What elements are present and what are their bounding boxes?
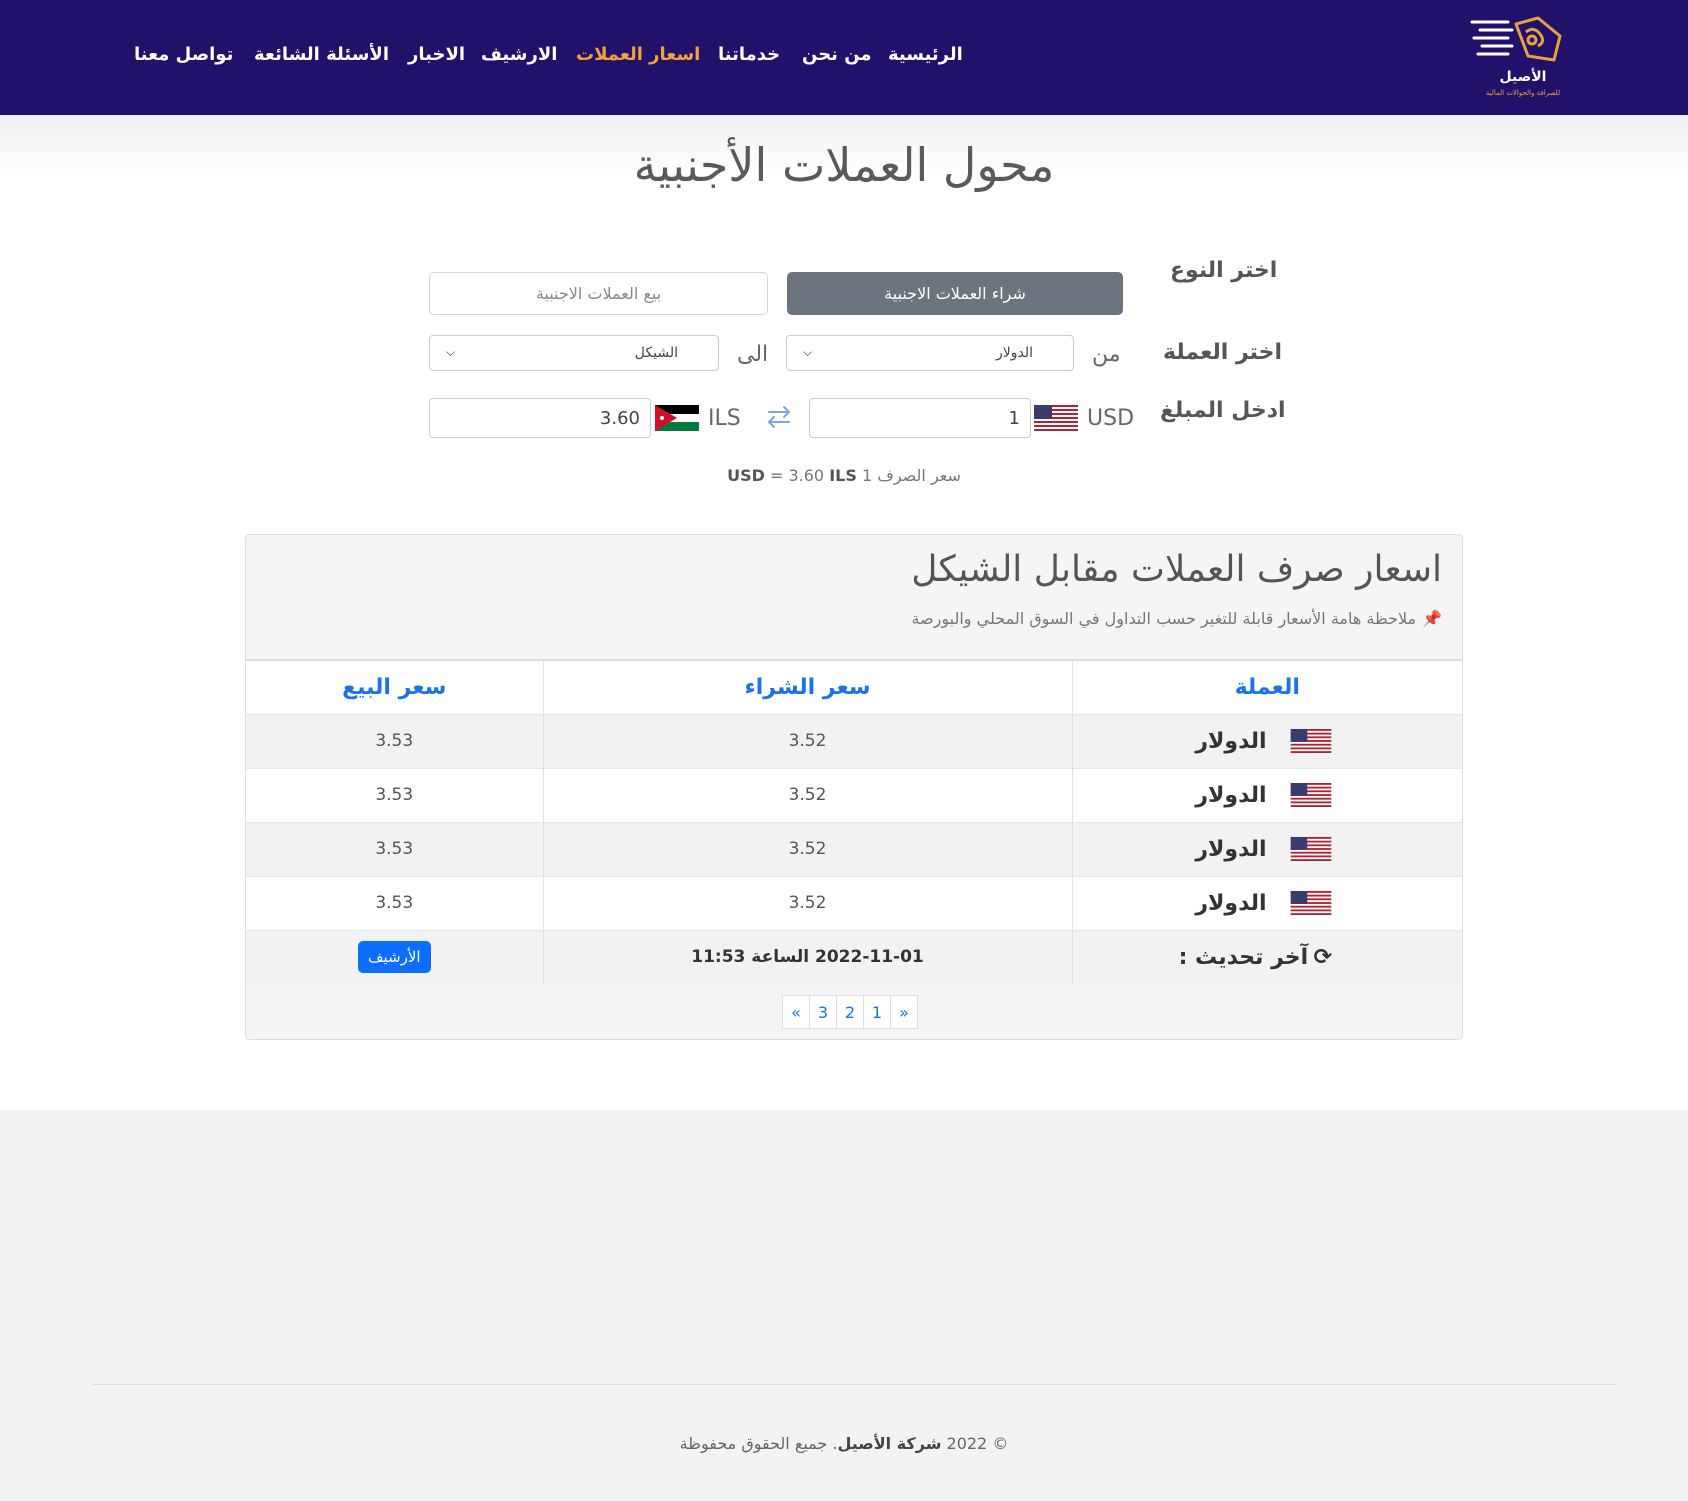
column-header-buy: سعر الشراء (542, 659, 1072, 715)
exchange-rate-summary: سعر الصرف 1 USD = 3.60 ILS (0, 466, 1688, 485)
to-currency-value: الشيكل (634, 345, 678, 361)
archive-button[interactable]: الأرشيف (357, 941, 431, 974)
rates-note-text: ملاحظة هامة الأسعار قابلة للتغير حسب الت… (911, 609, 1417, 628)
buy-rate-cell: 3.52 (542, 767, 1072, 822)
sell-rate-cell: 3.53 (246, 875, 543, 930)
pagination-page-3[interactable]: 3 (809, 995, 837, 1029)
nav-archive[interactable]: الارشيف (481, 44, 557, 65)
site-logo[interactable]: الأصيل للصرافة والحوالات المالية (1468, 14, 1578, 100)
sell-rate-cell: 3.53 (246, 821, 543, 876)
last-update-label-cell: ⟳ آخر تحديث : (1071, 929, 1462, 984)
table-row: الدولار 3.52 3.53 (246, 767, 1462, 822)
chevron-down-icon: ⌵ (446, 345, 456, 359)
table-row: الدولار 3.52 3.53 (246, 875, 1462, 930)
swap-arrows-icon[interactable] (765, 404, 793, 430)
rate-prefix: سعر الصرف 1 (861, 466, 961, 485)
nav-about[interactable]: من نحن (802, 44, 872, 65)
pagination: « 3 2 1 » (782, 995, 918, 1029)
chevron-down-icon: ⌵ (803, 345, 813, 359)
currency-cell: الدولار (1071, 821, 1462, 876)
currency-name: الدولار (1195, 836, 1267, 862)
currency-cell: الدولار (1071, 767, 1462, 822)
type-label: اختر النوع (1170, 258, 1278, 283)
nav-services[interactable]: خدماتنا (718, 44, 780, 65)
from-currency-code: USD (1087, 406, 1135, 431)
currency-name: الدولار (1195, 890, 1267, 916)
copyright: © 2022 شركة الأصيل. جميع الحقوق محفوظة (0, 1434, 1688, 1453)
us-flag-icon (1290, 729, 1332, 753)
pin-icon: 📌 (1422, 609, 1442, 628)
nav-news[interactable]: الاخبار (408, 44, 465, 65)
logo-tagline: للصرافة والحوالات المالية (1485, 89, 1561, 97)
from-currency-value: الدولار (995, 345, 1033, 361)
buy-rate-cell: 3.52 (542, 821, 1072, 876)
rates-table: العملة سعر الشراء سعر البيع الدولار 3.52… (246, 659, 1462, 984)
currency-name: الدولار (1195, 782, 1267, 808)
refresh-icon: ⟳ (1313, 944, 1332, 970)
rates-panel: اسعار صرف العملات مقابل الشيكل 📌 ملاحظة ه… (245, 534, 1463, 1040)
copyright-company: شركة الأصيل (837, 1434, 942, 1453)
archive-cell: الأرشيف (246, 929, 543, 984)
rates-panel-title: اسعار صرف العملات مقابل الشيكل (911, 549, 1442, 590)
pagination-next[interactable]: » (890, 995, 918, 1029)
buy-rate-cell: 3.52 (542, 713, 1072, 768)
column-header-currency: العملة (1071, 659, 1462, 715)
buy-foreign-button[interactable]: شراء العملات الاجنبية (787, 272, 1123, 315)
us-flag-icon (1290, 891, 1332, 915)
page-title: محول العملات الأجنبية (633, 138, 1055, 192)
nav-contact[interactable]: تواصل معنا (134, 44, 233, 65)
nav-faq[interactable]: الأسئلة الشائعة (254, 44, 389, 65)
jordan-flag-icon (655, 405, 699, 431)
to-label: الى (737, 342, 769, 367)
from-amount-value: 1 (1008, 408, 1020, 429)
nav-currency-rates[interactable]: اسعار العملات (576, 44, 700, 65)
to-currency-code: ILS (708, 406, 741, 431)
from-currency-select[interactable]: الدولار ⌵ (786, 335, 1074, 371)
sell-rate-cell: 3.53 (246, 713, 543, 768)
to-currency-select[interactable]: الشيكل ⌵ (429, 335, 719, 371)
currency-cell: الدولار (1071, 713, 1462, 768)
currency-name: الدولار (1195, 728, 1267, 754)
from-label: من (1092, 342, 1121, 367)
last-update-row: ⟳ آخر تحديث : 2022-11-01 الساعة 11:53 ال… (246, 929, 1462, 984)
last-update-value: 2022-11-01 الساعة 11:53 (691, 947, 924, 968)
last-update-label: آخر تحديث : (1178, 944, 1309, 970)
copyright-prefix: © 2022 (946, 1434, 1009, 1453)
currency-cell: الدولار (1071, 875, 1462, 930)
from-amount-input[interactable]: 1 (809, 398, 1031, 438)
pagination-page-2[interactable]: 2 (836, 995, 864, 1029)
logo-name: الأصيل (1499, 69, 1547, 85)
rates-note: 📌 ملاحظة هامة الأسعار قابلة للتغير حسب ال… (911, 609, 1442, 628)
table-row: الدولار 3.52 3.53 (246, 713, 1462, 768)
currency-label: اختر العملة (1163, 340, 1283, 365)
pagination-prev[interactable]: « (782, 995, 810, 1029)
copyright-suffix: . جميع الحقوق محفوظة (679, 1434, 838, 1453)
rate-equals: = 3.60 (769, 466, 825, 485)
us-flag-icon (1290, 837, 1332, 861)
rate-from-code: USD (727, 466, 765, 485)
buy-rate-cell: 3.52 (542, 875, 1072, 930)
column-header-sell: سعر البيع (246, 659, 543, 715)
table-row: الدولار 3.52 3.53 (246, 821, 1462, 876)
amount-label: ادخل المبلغ (1160, 398, 1286, 423)
to-amount-input[interactable]: 3.60 (429, 398, 651, 438)
footer-divider (93, 1384, 1615, 1385)
last-update-value-cell: 2022-11-01 الساعة 11:53 (542, 929, 1072, 984)
logo-emblem-icon (1470, 16, 1562, 62)
sell-foreign-button[interactable]: بيع العملات الاجنبية (429, 272, 768, 315)
pagination-page-1[interactable]: 1 (863, 995, 891, 1029)
us-flag-icon (1290, 783, 1332, 807)
us-flag-icon (1034, 405, 1078, 431)
to-amount-value: 3.60 (599, 408, 640, 429)
nav-home[interactable]: الرئيسية (888, 44, 963, 65)
sell-rate-cell: 3.53 (246, 767, 543, 822)
rate-to-code: ILS (829, 466, 857, 485)
